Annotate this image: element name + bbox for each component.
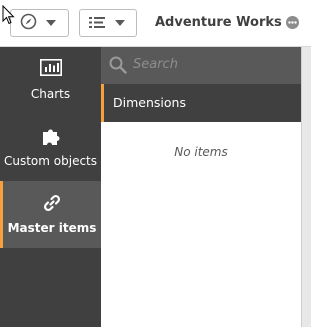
search-icon: [109, 56, 127, 78]
bar-chart-icon: [0, 47, 101, 81]
link-icon: [3, 181, 101, 215]
chevron-down-icon: [46, 20, 56, 26]
puzzle-icon: [0, 114, 101, 148]
asset-sidebar: Charts Custom objects Master items: [0, 47, 101, 327]
navigation-dropdown-button[interactable]: [10, 9, 69, 37]
sidebar-item-charts[interactable]: Charts: [0, 47, 101, 114]
sidebar-item-custom-objects[interactable]: Custom objects: [0, 114, 101, 181]
sidebar-item-label: Custom objects: [3, 154, 98, 168]
adjacent-panel-edge: [301, 47, 311, 327]
list-icon: [89, 14, 106, 33]
sidebar-item-label: Charts: [30, 87, 71, 101]
app-status-icon[interactable]: [285, 16, 299, 29]
compass-icon: [20, 13, 37, 34]
dimensions-section-header[interactable]: Dimensions: [101, 84, 301, 122]
app-title-text: Adventure Works: [155, 15, 282, 30]
search-input[interactable]: [133, 57, 283, 72]
mouse-cursor-icon: [2, 4, 15, 29]
sidebar-item-master-items[interactable]: Master items: [0, 181, 101, 248]
list-dropdown-button[interactable]: [79, 9, 137, 37]
assets-panel: Dimensions No items: [101, 47, 301, 327]
search-bar: [101, 47, 301, 84]
sidebar-item-label: Master items: [7, 221, 97, 235]
app-title: Adventure Works: [155, 15, 299, 30]
toolbar: Adventure Works: [0, 0, 311, 47]
empty-state-text: No items: [174, 145, 228, 159]
chevron-down-icon: [115, 20, 125, 26]
